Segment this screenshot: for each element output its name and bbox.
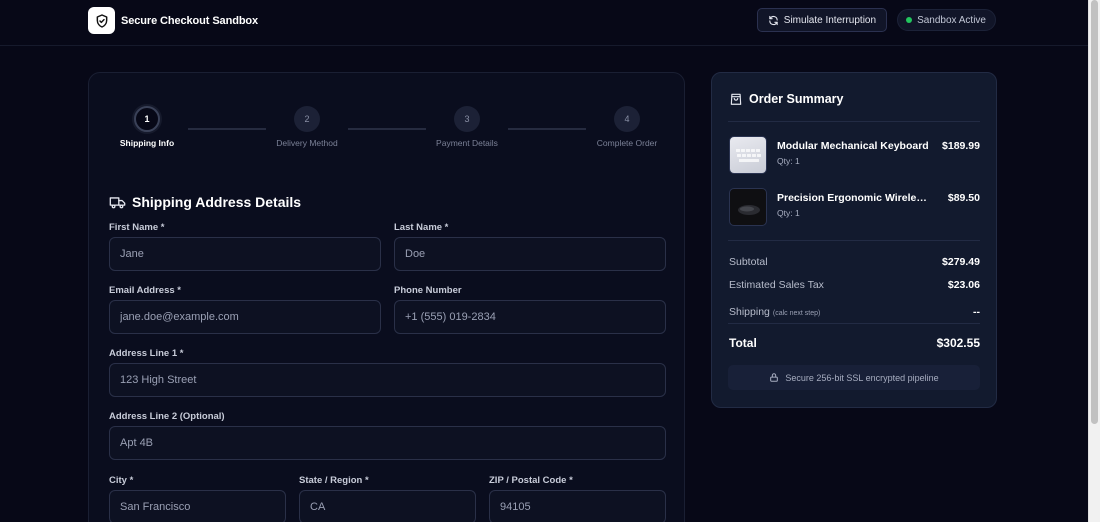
- lock-icon: [770, 373, 779, 382]
- step-delivery-method[interactable]: 2 Delivery Method: [267, 106, 347, 148]
- state-input[interactable]: [299, 490, 476, 522]
- simulate-interruption-label: Simulate Interruption: [783, 14, 877, 26]
- subtotal-label: Subtotal: [729, 256, 768, 268]
- zip-field: ZIP / Postal Code *: [489, 475, 666, 522]
- item-price: $89.50: [947, 192, 980, 204]
- shipping-form-panel: 1 Shipping Info 2 Delivery Method 3 Paym…: [88, 72, 685, 522]
- section-title: Shipping Address Details: [109, 194, 301, 210]
- shipping-label: Shipping: [729, 306, 770, 318]
- header-actions: Simulate Interruption Sandbox Active: [756, 8, 996, 32]
- city-field: City *: [109, 475, 286, 522]
- address-line-2-label: Address Line 2 (Optional): [109, 411, 225, 422]
- checkout-app: Secure Checkout Sandbox Simulate Interru…: [0, 0, 1100, 522]
- step-shipping-info[interactable]: 1 Shipping Info: [107, 106, 187, 148]
- address-line-2-input[interactable]: [109, 426, 666, 460]
- email-label: Email Address *: [109, 285, 181, 296]
- step-label: Delivery Method: [276, 138, 338, 148]
- last-name-field: Last Name *: [394, 222, 666, 271]
- tax-label: Estimated Sales Tax: [729, 279, 824, 291]
- step-number: 4: [614, 106, 640, 132]
- shipping-label-group: Shipping (calc next step): [729, 302, 820, 320]
- cart-item: Modular Mechanical Keyboard Qty: 1 $189.…: [729, 136, 980, 176]
- step-payment-details[interactable]: 3 Payment Details: [427, 106, 507, 148]
- phone-field: Phone Number: [394, 285, 666, 334]
- divider: [728, 323, 980, 324]
- step-number: 2: [294, 106, 320, 132]
- address-line-2-field: Address Line 2 (Optional): [109, 411, 666, 460]
- state-field: State / Region *: [299, 475, 476, 522]
- shipping-value: --: [973, 306, 980, 318]
- order-summary-title: Order Summary: [729, 92, 843, 106]
- email-input[interactable]: [109, 300, 381, 334]
- secure-badge: Secure 256-bit SSL encrypted pipeline: [728, 365, 980, 390]
- order-summary-title-text: Order Summary: [749, 92, 844, 106]
- step-number: 1: [134, 106, 160, 132]
- step-label: Complete Order: [596, 138, 658, 148]
- item-price: $189.99: [942, 140, 980, 152]
- shield-check-icon: [88, 7, 115, 34]
- app-title: Secure Checkout Sandbox: [121, 14, 259, 27]
- sandbox-status-badge: Sandbox Active: [897, 9, 996, 31]
- zip-label: ZIP / Postal Code *: [489, 475, 573, 486]
- email-field: Email Address *: [109, 285, 381, 334]
- order-summary-panel: Order Summary Modular Mechanical Keyboar…: [711, 72, 997, 408]
- last-name-label: Last Name *: [394, 222, 449, 233]
- subtotal-row: Subtotal $279.49: [729, 256, 980, 268]
- first-name-field: First Name *: [109, 222, 381, 271]
- tax-row: Estimated Sales Tax $23.06: [729, 279, 980, 291]
- step-label: Shipping Info: [119, 138, 175, 148]
- refresh-icon: [769, 15, 778, 25]
- total-value: $302.55: [936, 336, 980, 350]
- city-input[interactable]: [109, 490, 286, 522]
- item-qty: Qty: 1: [777, 208, 800, 218]
- total-label: Total: [729, 336, 757, 350]
- shipping-row: Shipping (calc next step) --: [729, 302, 980, 320]
- shipping-note: (calc next step): [772, 310, 821, 317]
- divider: [728, 240, 980, 241]
- city-label: City *: [109, 475, 134, 486]
- step-complete-order[interactable]: 4 Complete Order: [587, 106, 667, 148]
- simulate-interruption-button[interactable]: Simulate Interruption: [756, 8, 888, 32]
- stepper-connector: [348, 128, 426, 130]
- address-line-1-field: Address Line 1 *: [109, 348, 666, 397]
- step-number: 3: [454, 106, 480, 132]
- sandbox-status-label: Sandbox Active: [917, 14, 986, 26]
- last-name-input[interactable]: [394, 237, 666, 271]
- keyboard-thumbnail: [729, 136, 767, 174]
- secure-note-text: Secure 256-bit SSL encrypted pipeline: [785, 372, 939, 383]
- scrollbar-thumb[interactable]: [1091, 0, 1098, 424]
- shopping-bag-icon: [730, 93, 742, 105]
- truck-icon: [109, 196, 126, 208]
- stepper-connector: [188, 128, 266, 130]
- subtotal-value: $279.49: [942, 256, 980, 268]
- address-line-1-label: Address Line 1 *: [109, 348, 184, 359]
- phone-label: Phone Number: [394, 285, 462, 296]
- item-name: Modular Mechanical Keyboard: [777, 140, 929, 152]
- first-name-input[interactable]: [109, 237, 381, 271]
- divider: [728, 121, 980, 122]
- zip-input[interactable]: [489, 490, 666, 522]
- top-header: Secure Checkout Sandbox Simulate Interru…: [0, 0, 1088, 46]
- page-scrollbar[interactable]: [1088, 0, 1100, 522]
- state-label: State / Region *: [299, 475, 369, 486]
- total-row: Total $302.55: [729, 336, 980, 350]
- step-label: Payment Details: [436, 138, 498, 148]
- section-title-text: Shipping Address Details: [132, 194, 302, 210]
- tax-value: $23.06: [947, 279, 980, 291]
- checkout-stepper: 1 Shipping Info 2 Delivery Method 3 Paym…: [109, 106, 666, 156]
- status-dot-icon: [906, 17, 913, 23]
- cart-item: Precision Ergonomic Wireless Mouse Qty: …: [729, 188, 980, 228]
- first-name-label: First Name *: [109, 222, 165, 233]
- mouse-thumbnail: [729, 188, 767, 226]
- item-name: Precision Ergonomic Wireless Mouse: [777, 192, 929, 204]
- brand: Secure Checkout Sandbox: [88, 7, 258, 34]
- stepper-connector: [508, 128, 586, 130]
- phone-input[interactable]: [394, 300, 666, 334]
- item-qty: Qty: 1: [777, 156, 800, 166]
- address-line-1-input[interactable]: [109, 363, 666, 397]
